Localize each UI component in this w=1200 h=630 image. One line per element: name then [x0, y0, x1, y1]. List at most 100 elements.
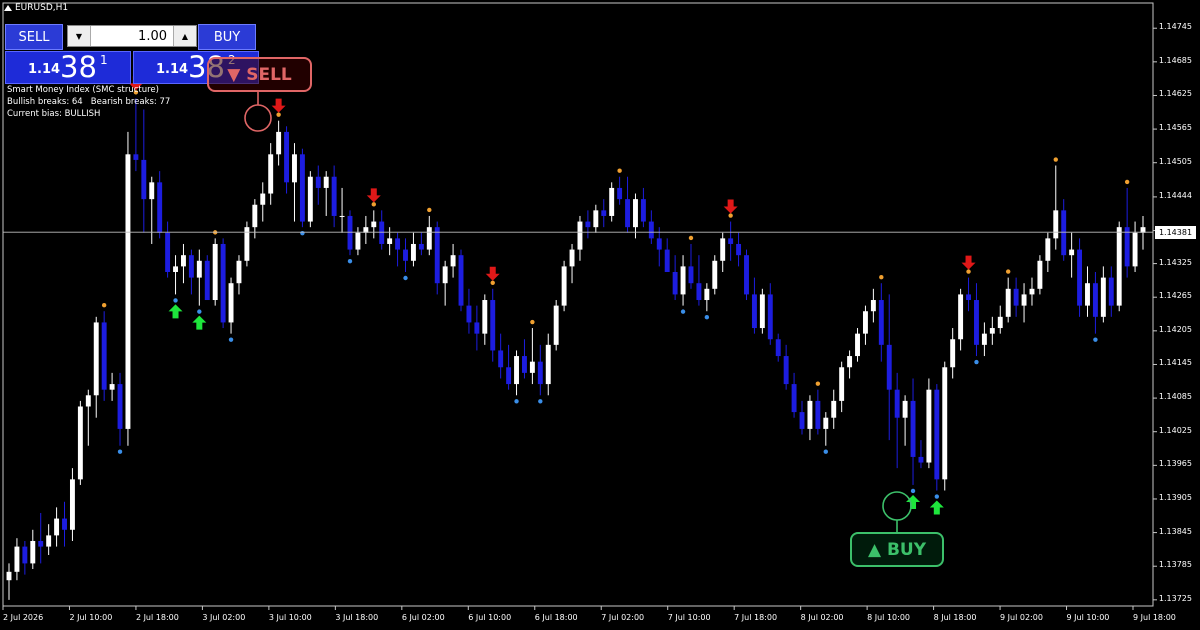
bear-candle — [1124, 227, 1130, 267]
sell-signal-circle — [244, 104, 272, 132]
bear-candle — [886, 344, 892, 390]
lot-size-input[interactable]: 1.00 — [91, 29, 173, 44]
sell-arrow-icon — [271, 98, 286, 113]
bear-candle — [62, 518, 67, 530]
lot-size-stepper[interactable]: ▼ 1.00 ▲ — [67, 25, 197, 47]
bull-candle — [355, 232, 361, 250]
bear-candle — [379, 221, 385, 244]
bull-candle — [839, 367, 845, 401]
bull-candle — [981, 333, 987, 345]
swing-high-dot — [617, 168, 622, 173]
bull-candle — [942, 367, 948, 480]
price-chart[interactable] — [0, 0, 1200, 630]
bear-candle — [490, 300, 496, 351]
bull-candle — [426, 227, 432, 250]
swing-low-dot — [300, 230, 305, 236]
y-tick-label: 1.14145 — [1158, 358, 1192, 368]
swing-low-dot — [228, 337, 234, 342]
bull-candle — [1037, 260, 1043, 289]
swing-high-dot — [1124, 179, 1130, 185]
bear-candle — [656, 238, 662, 250]
bull-candle — [410, 243, 416, 261]
bear-candle — [1013, 288, 1019, 306]
y-tick-label: 1.14625 — [1158, 89, 1192, 99]
lot-decrease-icon[interactable]: ▼ — [68, 26, 91, 46]
bull-candle — [855, 333, 860, 357]
y-tick-label: 1.13905 — [1158, 492, 1192, 502]
bear-candle — [934, 389, 940, 480]
bull-candle — [847, 356, 853, 368]
y-tick-label: 1.14565 — [1158, 123, 1192, 133]
swing-low-dot — [197, 309, 202, 314]
swing-low-dot — [680, 309, 686, 314]
current-price-label: 1.14381 — [1155, 226, 1196, 240]
bear-candle — [165, 232, 171, 272]
bear-candle — [403, 249, 408, 261]
bear-candle — [188, 255, 194, 278]
sell-arrow-icon — [723, 199, 738, 214]
y-tick-label: 1.14025 — [1158, 425, 1192, 435]
bear-candle — [395, 238, 401, 250]
bear-candle — [220, 243, 226, 323]
bear-candle — [767, 294, 773, 340]
swing-low-dot — [514, 399, 519, 404]
buy-button[interactable]: BUY — [198, 24, 256, 50]
bull-candle — [823, 417, 829, 429]
bear-candle — [498, 350, 504, 368]
bull-candle — [989, 328, 995, 334]
bear-candle — [617, 187, 623, 200]
bear-candle — [537, 361, 543, 385]
bull-candle — [77, 406, 83, 480]
y-tick-label: 1.14745 — [1158, 22, 1192, 32]
bull-candle — [196, 260, 202, 278]
bull-candle — [704, 288, 710, 301]
bear-candle — [347, 215, 353, 250]
bear-candle — [625, 199, 631, 228]
bull-candle — [307, 176, 313, 222]
bear-candle — [284, 131, 290, 183]
x-tick-label: 7 Jul 10:00 — [667, 613, 711, 622]
bear-candle — [434, 227, 440, 284]
swing-high-dot — [879, 275, 884, 280]
sell-button[interactable]: SELL — [5, 24, 63, 50]
sell-price-quote[interactable]: 1.14 38 1 — [5, 50, 131, 84]
y-tick-label: 1.14265 — [1158, 291, 1192, 301]
bear-candle — [157, 182, 163, 233]
bear-candle — [648, 221, 654, 239]
sell-arrow-icon — [485, 266, 500, 281]
bull-candle — [442, 266, 448, 284]
bull-candle — [720, 238, 726, 261]
bull-candle — [514, 356, 519, 385]
bear-candle — [38, 540, 44, 547]
bear-candle — [910, 400, 916, 457]
bull-candle — [387, 238, 393, 244]
bull-candle — [609, 187, 615, 216]
x-tick-label: 7 Jul 18:00 — [734, 613, 778, 622]
bear-candle — [1077, 249, 1083, 306]
bull-candle — [561, 266, 567, 306]
x-tick-label: 7 Jul 02:00 — [601, 613, 645, 622]
bull-candle — [1021, 294, 1027, 306]
bear-candle — [315, 176, 321, 188]
bear-candle — [672, 271, 678, 295]
swing-low-dot — [173, 298, 178, 303]
y-tick-label: 1.13845 — [1158, 526, 1192, 536]
bull-candle — [450, 255, 456, 267]
bull-candle — [553, 305, 559, 345]
y-tick-label: 1.14085 — [1158, 392, 1192, 402]
bull-candle — [1100, 277, 1106, 317]
x-tick-label: 2 Jul 2026 — [3, 613, 44, 622]
swing-high-dot — [688, 235, 694, 241]
bear-candle — [775, 339, 781, 357]
x-tick-label: 9 Jul 10:00 — [1066, 613, 1110, 622]
swing-high-dot — [101, 303, 107, 308]
bear-candle — [783, 356, 789, 385]
lot-increase-icon[interactable]: ▲ — [173, 26, 196, 46]
bull-candle — [712, 260, 718, 289]
bear-candle — [878, 300, 884, 345]
collapse-triangle-icon[interactable] — [4, 5, 12, 11]
y-tick-label: 1.14325 — [1158, 257, 1192, 267]
y-tick-label: 1.14505 — [1158, 156, 1192, 166]
bull-candle — [1132, 232, 1138, 267]
x-tick-label: 3 Jul 18:00 — [335, 613, 379, 622]
